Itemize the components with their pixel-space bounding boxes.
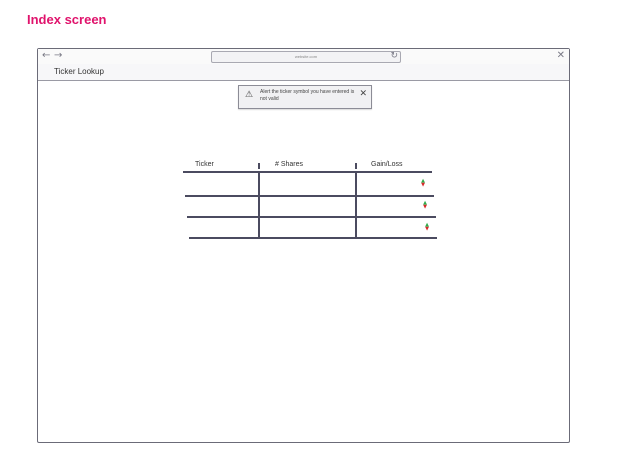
app-header: Ticker Lookup bbox=[38, 64, 569, 81]
reload-icon[interactable]: ↻ bbox=[390, 50, 398, 62]
alert-message: Alert the ticker symbol you have entered… bbox=[260, 89, 355, 102]
gain-loss-indicator: ▲ ▼ bbox=[423, 223, 431, 232]
loss-down-icon: ▼ bbox=[423, 204, 427, 210]
warning-icon: ⚠ bbox=[245, 90, 254, 100]
forward-arrow-icon[interactable]: → bbox=[54, 50, 62, 62]
header-divider bbox=[355, 163, 357, 169]
browser-window: ← → website.com ↻ ✕ Ticker Lookup ⚠ Aler… bbox=[37, 48, 570, 443]
app-title: Ticker Lookup bbox=[54, 67, 104, 76]
table-row-line bbox=[189, 237, 437, 239]
window-close-icon[interactable]: ✕ bbox=[557, 50, 565, 62]
loss-down-icon: ▼ bbox=[425, 226, 429, 232]
table-row[interactable]: ▲ ▼ bbox=[187, 197, 436, 216]
back-arrow-icon[interactable]: ← bbox=[42, 50, 50, 62]
gain-loss-indicator: ▲ ▼ bbox=[419, 179, 427, 188]
alert-close-icon[interactable]: ✕ bbox=[359, 89, 367, 99]
page-heading: Index screen bbox=[27, 12, 107, 27]
loss-down-icon: ▼ bbox=[421, 182, 425, 188]
table-row[interactable]: ▲ ▼ bbox=[185, 173, 434, 195]
gain-loss-indicator: ▲ ▼ bbox=[421, 201, 429, 210]
url-bar[interactable]: website.com ↻ bbox=[211, 51, 401, 63]
browser-chrome: ← → website.com ↻ ✕ bbox=[38, 49, 569, 65]
alert-box: ⚠ Alert the ticker symbol you have enter… bbox=[238, 85, 372, 109]
column-header-gain-loss: Gain/Loss bbox=[371, 161, 403, 168]
header-divider bbox=[258, 163, 260, 169]
column-header-ticker: Ticker bbox=[195, 161, 214, 168]
table-row[interactable]: ▲ ▼ bbox=[189, 218, 437, 237]
column-header-shares: # Shares bbox=[275, 161, 304, 168]
url-text: website.com bbox=[294, 54, 318, 59]
